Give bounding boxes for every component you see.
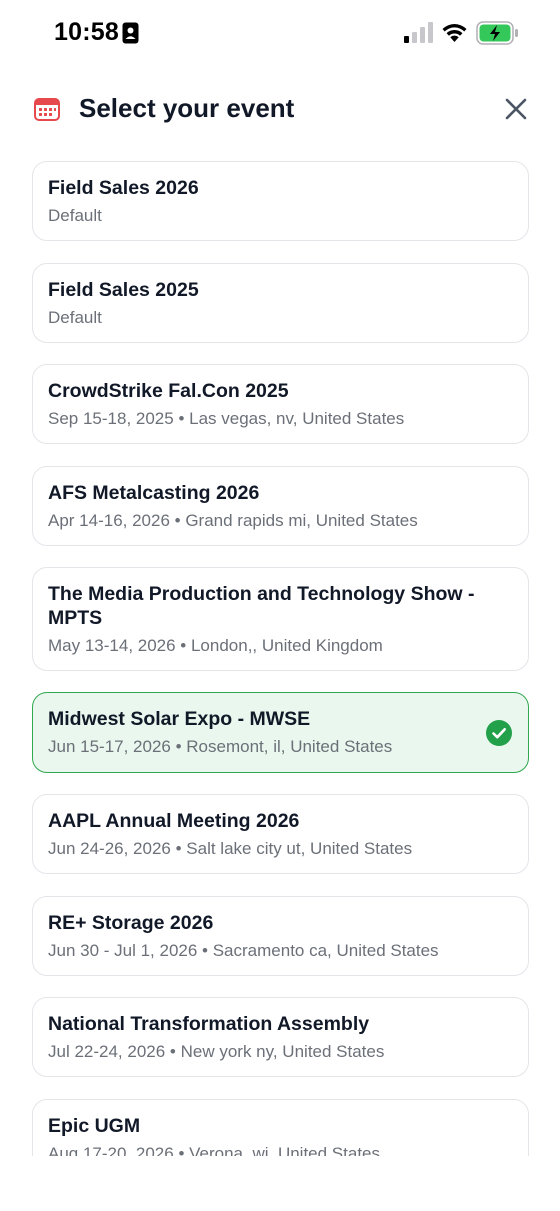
- event-card-selected[interactable]: Midwest Solar Expo - MWSE Jun 15-17, 202…: [32, 692, 529, 773]
- event-name: Epic UGM: [48, 1115, 141, 1137]
- event-subtitle: Sep 15-18, 2025 • Las vegas, nv, United …: [48, 409, 405, 428]
- wifi-icon: [442, 24, 467, 42]
- page-title: Select your event: [79, 93, 295, 123]
- event-name: CrowdStrike Fal.Con 2025: [48, 380, 289, 402]
- event-subtitle: Default: [48, 206, 102, 225]
- event-name: AFS Metalcasting 2026: [48, 482, 260, 504]
- id-badge-icon: [122, 22, 139, 44]
- event-subtitle: Apr 14-16, 2026 • Grand rapids mi, Unite…: [48, 511, 418, 530]
- sheet-header: Select your event: [0, 84, 560, 134]
- event-name: AAPL Annual Meeting 2026: [48, 810, 300, 832]
- status-time: 10:58: [54, 18, 119, 46]
- battery-charging-icon: [476, 21, 518, 45]
- event-card[interactable]: RE+ Storage 2026 Jun 30 - Jul 1, 2026 • …: [32, 896, 529, 976]
- event-name: Field Sales 2025: [48, 279, 199, 301]
- event-card[interactable]: National Transformation Assembly Jul 22-…: [32, 997, 529, 1077]
- signal-icon: [404, 22, 433, 43]
- event-subtitle: Default: [48, 308, 102, 327]
- event-subtitle: Jun 15-17, 2026 • Rosemont, il, United S…: [48, 737, 393, 756]
- event-card[interactable]: AFS Metalcasting 2026 Apr 14-16, 2026 • …: [32, 466, 529, 546]
- event-card[interactable]: Field Sales 2026 Default: [32, 161, 529, 241]
- event-subtitle: Aug 17-20, 2026 • Verona, wi, United Sta…: [48, 1144, 380, 1156]
- event-name: National Transformation Assembly: [48, 1013, 370, 1035]
- event-list[interactable]: Field Sales 2026 Default Field Sales 202…: [32, 161, 529, 1156]
- event-card[interactable]: The Media Production and Technology Show…: [32, 567, 529, 671]
- close-icon[interactable]: [502, 95, 530, 123]
- checkmark-icon: [486, 720, 512, 746]
- status-bar: 10:58: [0, 0, 560, 66]
- event-name: The Media Production and Technology Show…: [48, 583, 475, 629]
- screen: 10:58 Select your event Field Sales 2026…: [0, 0, 560, 1211]
- event-subtitle: Jul 22-24, 2026 • New york ny, United St…: [48, 1042, 385, 1061]
- event-card[interactable]: Epic UGM Aug 17-20, 2026 • Verona, wi, U…: [32, 1099, 529, 1156]
- event-card[interactable]: Field Sales 2025 Default: [32, 263, 529, 343]
- event-name: RE+ Storage 2026: [48, 912, 214, 934]
- event-name: Field Sales 2026: [48, 177, 199, 199]
- event-subtitle: Jun 24-26, 2026 • Salt lake city ut, Uni…: [48, 839, 413, 858]
- event-subtitle: Jun 30 - Jul 1, 2026 • Sacramento ca, Un…: [48, 941, 439, 960]
- event-card[interactable]: CrowdStrike Fal.Con 2025 Sep 15-18, 2025…: [32, 364, 529, 444]
- event-subtitle: May 13-14, 2026 • London,, United Kingdo…: [48, 636, 383, 655]
- event-card[interactable]: AAPL Annual Meeting 2026 Jun 24-26, 2026…: [32, 794, 529, 874]
- event-name: Midwest Solar Expo - MWSE: [48, 708, 311, 730]
- calendar-icon: [34, 98, 60, 121]
